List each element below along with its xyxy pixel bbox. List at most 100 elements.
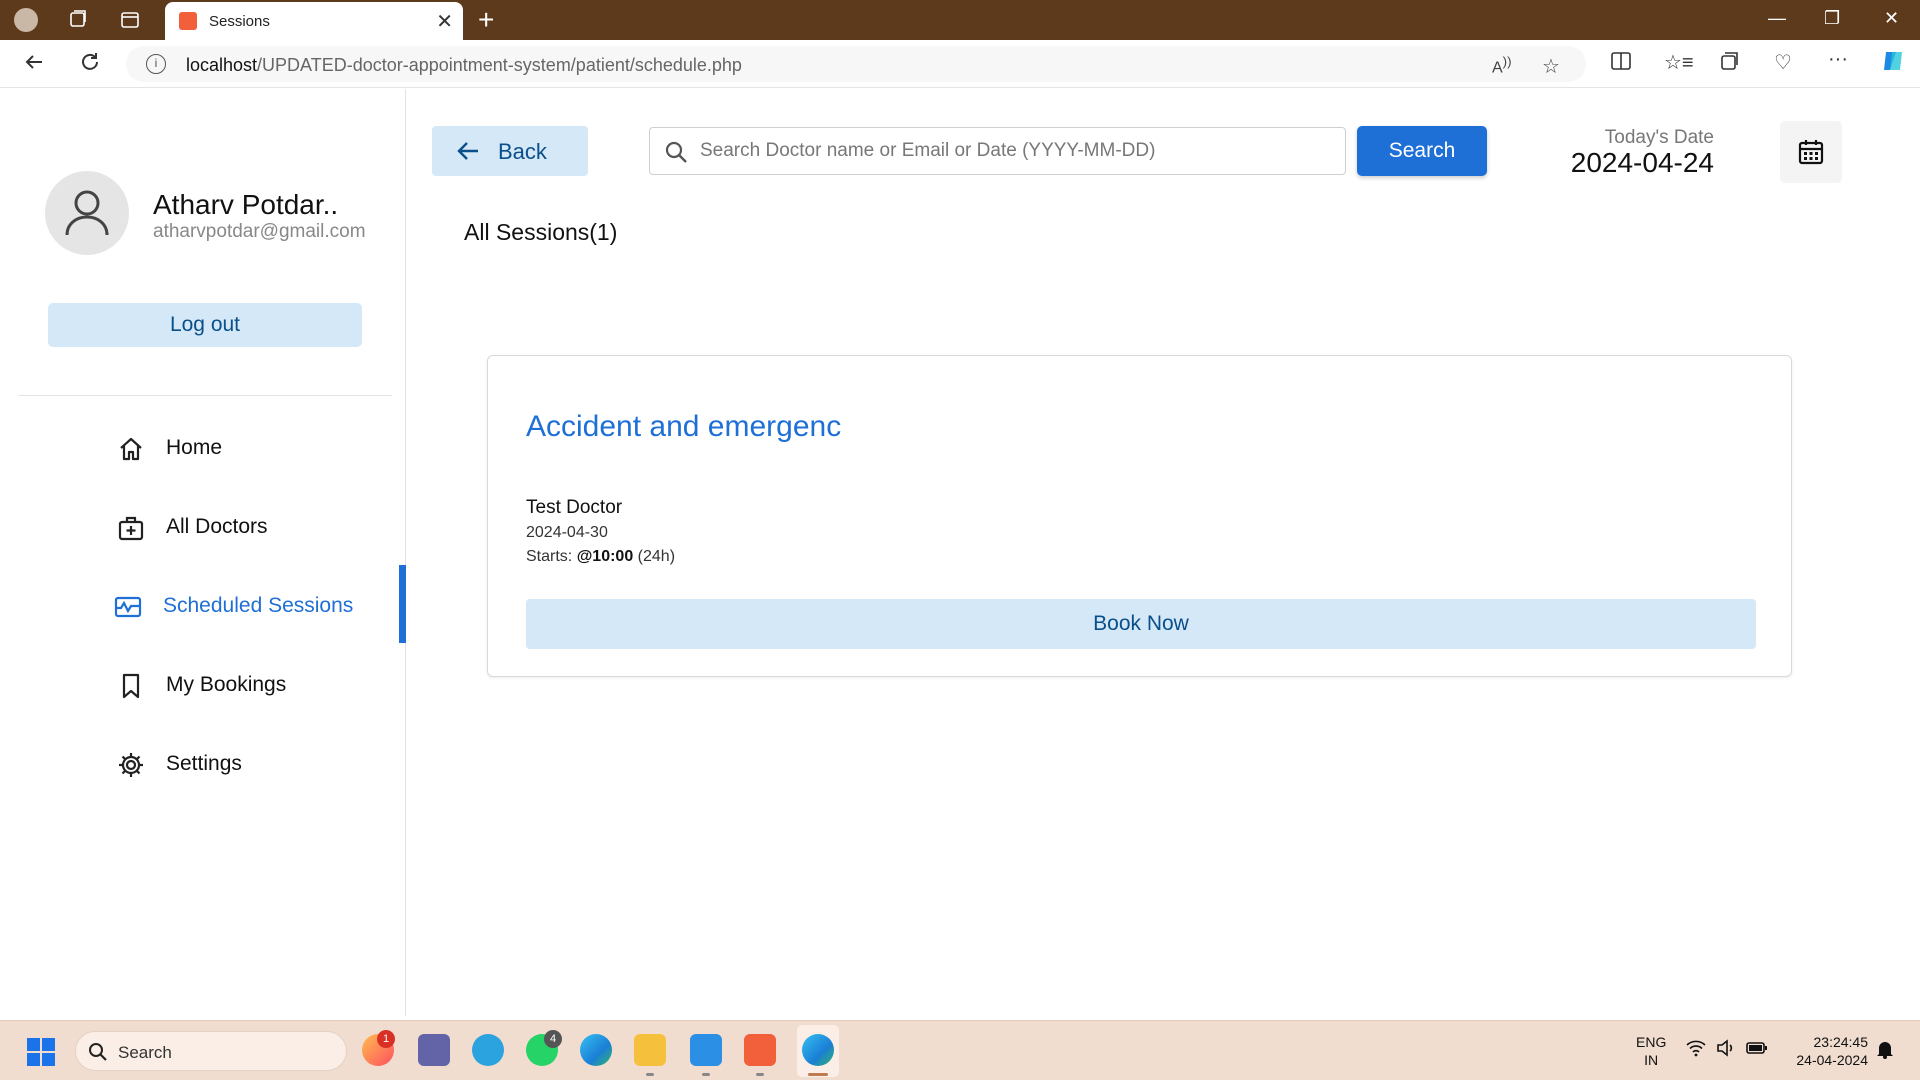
search-icon [665, 141, 687, 163]
sidebar-item-label: Scheduled Sessions [163, 594, 354, 617]
battery-icon[interactable] [1746, 1039, 1768, 1062]
back-arrow-icon[interactable] [22, 50, 46, 81]
xampp-favicon-icon [179, 12, 197, 30]
book-now-button[interactable]: Book Now [526, 599, 1756, 649]
today-date-label: Today's Date [1604, 127, 1714, 148]
edge-active-icon[interactable] [802, 1034, 834, 1066]
telegram-icon[interactable] [472, 1034, 504, 1066]
sidebar-item-home[interactable]: Home [5, 417, 406, 477]
lang-line1: ENG [1636, 1034, 1667, 1050]
file-explorer-icon[interactable] [634, 1034, 666, 1066]
more-options-icon[interactable]: ··· [1828, 48, 1848, 71]
active-indicator [808, 1073, 828, 1076]
browser-tab-bar: Sessions ✕ + — ❐ ✕ [0, 0, 1920, 40]
new-tab-icon[interactable]: + [478, 4, 494, 36]
session-date: 2024-04-30 [526, 524, 608, 541]
sidebar-item-label: Home [166, 436, 223, 459]
back-arrow-icon [457, 142, 478, 160]
running-indicator [702, 1073, 710, 1076]
starts-time: @10:00 [576, 548, 634, 565]
lang-line2: IN [1644, 1052, 1659, 1068]
sidebar-item-my-bookings[interactable]: My Bookings [5, 654, 406, 714]
main-content: Back Search Today's Date 2024-04-24 All … [406, 89, 1915, 1016]
taskbar: Search 1 4 ENG IN 23:24:45 24-04-2024 [0, 1020, 1920, 1080]
sidebar-item-scheduled-sessions[interactable]: Scheduled Sessions [5, 575, 406, 635]
collections-icon[interactable] [66, 8, 90, 32]
favorites-icon[interactable]: ☆≡ [1664, 50, 1694, 75]
refresh-icon[interactable] [78, 50, 102, 81]
session-doctor: Test Doctor [526, 497, 623, 518]
info-icon[interactable]: i [146, 54, 166, 74]
gear-icon [119, 753, 143, 777]
read-aloud-icon[interactable]: A)) [1492, 54, 1512, 77]
clock-time: 23:24:45 [1813, 1034, 1869, 1050]
logout-button[interactable]: Log out [48, 303, 362, 347]
collections-toolbar-icon[interactable] [1718, 50, 1740, 78]
avatar [45, 171, 129, 255]
today-date-value: 2024-04-24 [1570, 147, 1714, 178]
session-start-time: Starts: @10:00 (24h) [526, 548, 675, 566]
address-bar: i localhost/UPDATED-doctor-appointment-s… [0, 40, 1920, 88]
starts-prefix: Starts: [526, 548, 573, 565]
url-field[interactable]: i localhost/UPDATED-doctor-appointment-s… [126, 46, 1586, 82]
search-input[interactable] [700, 138, 1330, 164]
notification-bell-icon[interactable] [1876, 1039, 1894, 1059]
back-label: Back [498, 139, 547, 164]
session-card: Accident and emergenc Test Doctor 2024-0… [487, 355, 1792, 677]
wifi-icon[interactable] [1686, 1039, 1706, 1062]
xampp-icon[interactable] [744, 1034, 776, 1066]
starts-suffix: (24h) [637, 548, 676, 565]
session-title: Accident and emergenc [526, 410, 842, 443]
minimize-icon[interactable]: — [1768, 8, 1786, 29]
running-indicator [756, 1073, 764, 1076]
close-window-icon[interactable]: ✕ [1884, 8, 1899, 29]
search-button[interactable]: Search [1357, 126, 1487, 176]
close-tab-icon[interactable]: ✕ [436, 9, 453, 34]
search-icon [89, 1043, 107, 1061]
calendar-icon [1798, 140, 1824, 165]
profile-name: Atharv Potdar.. [153, 189, 339, 220]
back-button[interactable]: Back [432, 126, 588, 176]
whatsapp-badge: 4 [544, 1030, 562, 1048]
restore-icon[interactable]: ❐ [1824, 8, 1840, 29]
vscode-icon[interactable] [690, 1034, 722, 1066]
page-content: Atharv Potdar.. atharvpotdar@gmail.com L… [5, 89, 1915, 1016]
windows-start-icon[interactable] [26, 1037, 56, 1067]
firefox-badge: 1 [377, 1030, 395, 1048]
clock-date: 24-04-2024 [1796, 1052, 1868, 1068]
sidebar-item-label: My Bookings [166, 673, 287, 696]
search-box [649, 127, 1346, 175]
copilot-icon[interactable] [1880, 48, 1906, 80]
language-indicator[interactable]: ENG IN [1636, 1033, 1666, 1069]
profile-email: atharvpotdar@gmail.com [153, 221, 366, 242]
sidebar-divider [18, 395, 392, 396]
tab-sessions[interactable]: Sessions ✕ [165, 2, 463, 40]
taskbar-search[interactable]: Search [75, 1031, 347, 1071]
url-path: /UPDATED-doctor-appointment-system/patie… [257, 55, 742, 75]
profile-icon[interactable] [14, 8, 38, 32]
doctors-icon [118, 516, 144, 541]
url-host: localhost [186, 55, 258, 75]
sidebar-item-label: Settings [166, 752, 242, 775]
tab-title: Sessions [209, 13, 270, 30]
volume-icon[interactable] [1716, 1039, 1736, 1062]
home-icon [120, 437, 142, 461]
sidebar-item-label: All Doctors [166, 515, 268, 538]
favorite-star-icon[interactable]: ☆ [1542, 54, 1560, 79]
edge-icon[interactable] [580, 1034, 612, 1066]
teams-icon[interactable] [418, 1034, 450, 1066]
tab-actions-icon[interactable] [118, 8, 142, 32]
bookmark-icon [122, 673, 140, 699]
sidebar-item-all-doctors[interactable]: All Doctors [5, 496, 406, 556]
split-screen-icon[interactable] [1610, 50, 1632, 78]
sessions-icon [114, 596, 142, 618]
taskbar-search-label: Search [118, 1043, 172, 1062]
system-clock[interactable]: 23:24:45 24-04-2024 [1782, 1033, 1868, 1069]
browser-essentials-icon[interactable]: ♡ [1774, 50, 1792, 75]
active-indicator [399, 565, 406, 643]
calendar-button[interactable] [1780, 121, 1842, 183]
sidebar: Atharv Potdar.. atharvpotdar@gmail.com L… [5, 89, 406, 1016]
sessions-count-title: All Sessions(1) [464, 219, 618, 245]
sidebar-item-settings[interactable]: Settings [5, 733, 406, 793]
running-indicator [646, 1073, 654, 1076]
